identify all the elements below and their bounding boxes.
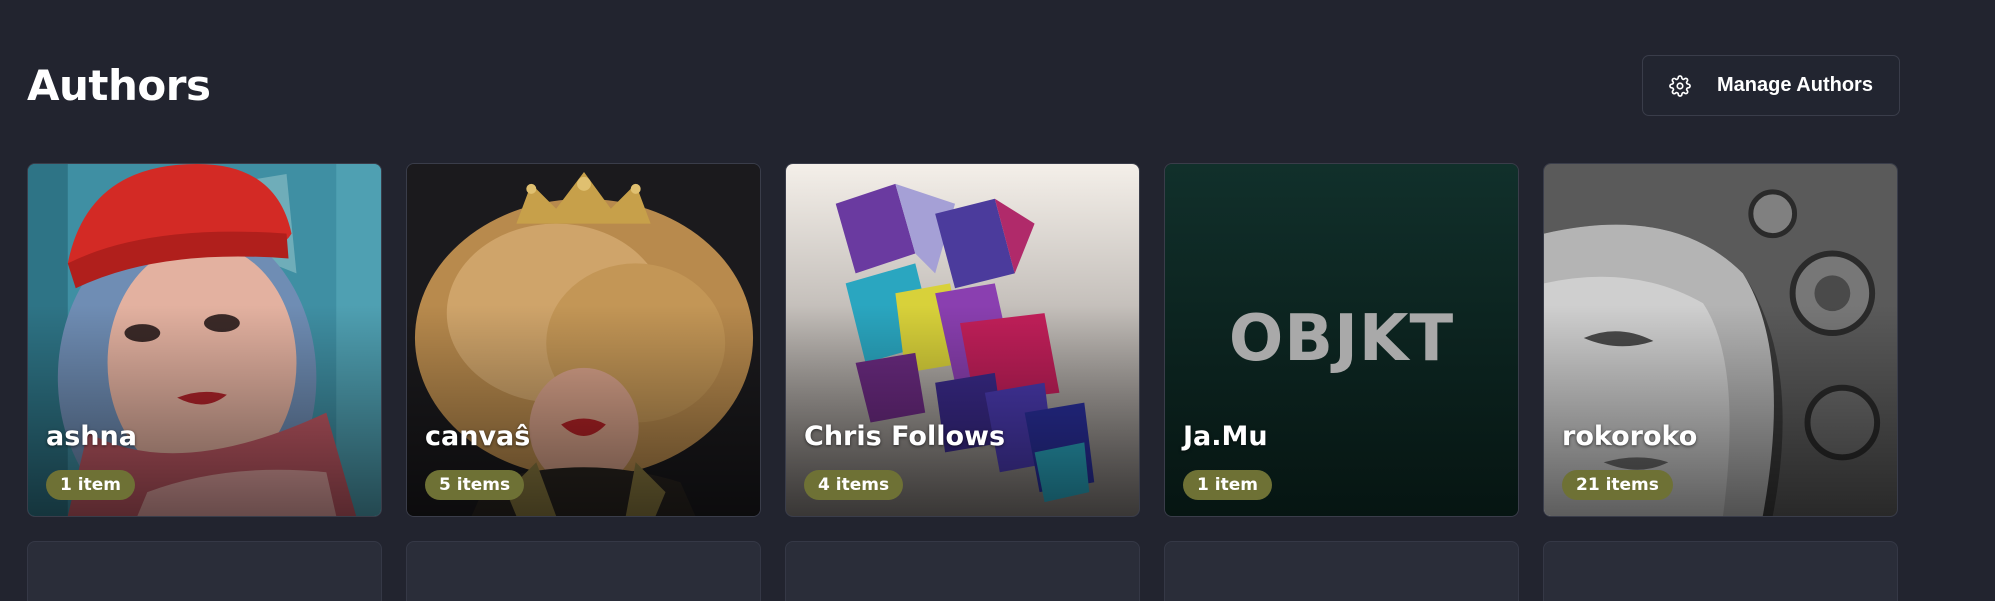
- objkt-placeholder-text: OBJKT: [1228, 302, 1455, 376]
- author-name: canvaŝ: [425, 421, 531, 452]
- author-card-ashna[interactable]: ashna 1 item: [27, 163, 382, 517]
- item-count-badge: 1 item: [1183, 470, 1272, 500]
- manage-authors-label: Manage Authors: [1717, 74, 1873, 96]
- item-count-badge: 1 item: [46, 470, 135, 500]
- item-count-badge: 21 items: [1562, 470, 1673, 500]
- manage-authors-button[interactable]: Manage Authors: [1642, 55, 1900, 116]
- authors-page: Authors Manage Authors ashna 1 item canv…: [0, 0, 1995, 601]
- gear-icon: [1669, 74, 1691, 97]
- author-name: Ja.Mu: [1183, 421, 1268, 452]
- author-card-placeholder: [785, 541, 1140, 601]
- author-name: rokoroko: [1562, 421, 1698, 452]
- author-card-placeholder: [27, 541, 382, 601]
- author-card-canvas[interactable]: canvaŝ 5 items: [406, 163, 761, 517]
- author-card-chris-follows[interactable]: Chris Follows 4 items: [785, 163, 1140, 517]
- author-card-rokoroko[interactable]: rokoroko 21 items: [1543, 163, 1898, 517]
- author-card-placeholder: [1164, 541, 1519, 601]
- author-card-ja-mu[interactable]: OBJKT Ja.Mu 1 item: [1164, 163, 1519, 517]
- author-name: Chris Follows: [804, 421, 1006, 452]
- item-count-badge: 4 items: [804, 470, 904, 500]
- author-name: ashna: [46, 421, 137, 452]
- author-card-placeholder: [406, 541, 761, 601]
- author-card-placeholder: [1543, 541, 1898, 601]
- page-title: Authors: [27, 61, 211, 110]
- item-count-badge: 5 items: [425, 470, 525, 500]
